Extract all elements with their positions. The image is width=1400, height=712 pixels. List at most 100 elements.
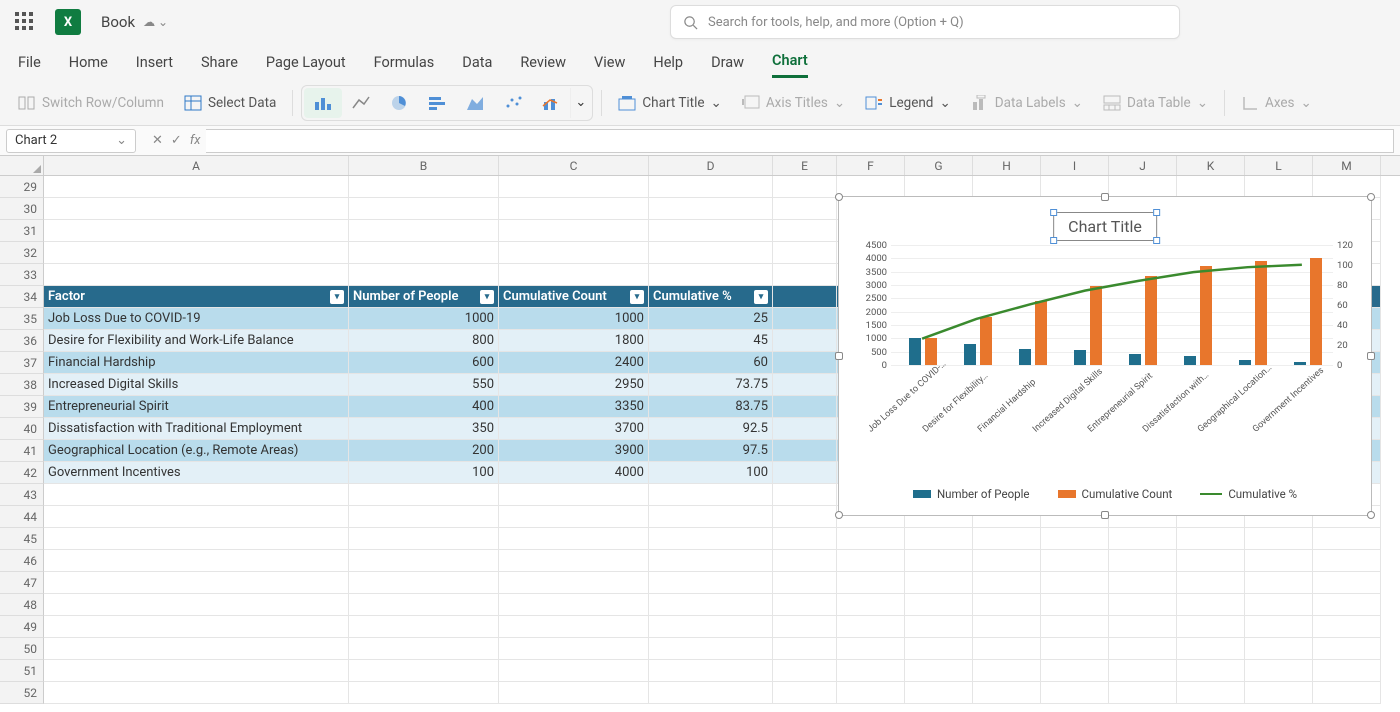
cell-A38[interactable]: Increased Digital Skills [44, 374, 349, 396]
cell-K52[interactable] [1177, 682, 1245, 704]
cell-B37[interactable]: 600 [349, 352, 499, 374]
cell-K29[interactable] [1177, 176, 1245, 198]
cell-C48[interactable] [499, 594, 649, 616]
cell-L50[interactable] [1245, 638, 1313, 660]
row-header[interactable]: 47 [0, 572, 44, 594]
cell-L47[interactable] [1245, 572, 1313, 594]
cell-D35[interactable]: 25 [649, 308, 773, 330]
cell-D30[interactable] [649, 198, 773, 220]
cell-J49[interactable] [1109, 616, 1177, 638]
cell-B49[interactable] [349, 616, 499, 638]
cell-D45[interactable] [649, 528, 773, 550]
cell-G51[interactable] [905, 660, 973, 682]
cell-D41[interactable]: 97.5 [649, 440, 773, 462]
cell-E29[interactable] [773, 176, 837, 198]
cell-M46[interactable] [1313, 550, 1381, 572]
row-header[interactable]: 48 [0, 594, 44, 616]
combo-chart-icon[interactable] [532, 88, 570, 118]
cell-D47[interactable] [649, 572, 773, 594]
cell-H46[interactable] [973, 550, 1041, 572]
cell-E34[interactable] [773, 286, 837, 308]
cell-B50[interactable] [349, 638, 499, 660]
cell-C51[interactable] [499, 660, 649, 682]
cell-C40[interactable]: 3700 [499, 418, 649, 440]
cell-I49[interactable] [1041, 616, 1109, 638]
row-header[interactable]: 38 [0, 374, 44, 396]
embedded-chart[interactable]: Chart Title 4500400035003000250020001500… [838, 196, 1372, 516]
cell-M49[interactable] [1313, 616, 1381, 638]
cell-E52[interactable] [773, 682, 837, 704]
menu-formulas[interactable]: Formulas [374, 48, 435, 77]
cell-H52[interactable] [973, 682, 1041, 704]
cell-C31[interactable] [499, 220, 649, 242]
cell-B36[interactable]: 800 [349, 330, 499, 352]
cell-F48[interactable] [837, 594, 905, 616]
column-header-F[interactable]: F [837, 156, 905, 175]
cell-H49[interactable] [973, 616, 1041, 638]
cell-M51[interactable] [1313, 660, 1381, 682]
cell-C37[interactable]: 2400 [499, 352, 649, 374]
cell-B44[interactable] [349, 506, 499, 528]
row-header[interactable]: 34 [0, 286, 44, 308]
cell-C47[interactable] [499, 572, 649, 594]
legend-button[interactable]: Legend ⌄ [857, 91, 959, 115]
cell-I47[interactable] [1041, 572, 1109, 594]
cell-F50[interactable] [837, 638, 905, 660]
cell-C49[interactable] [499, 616, 649, 638]
column-header-B[interactable]: B [349, 156, 499, 175]
menu-page-layout[interactable]: Page Layout [266, 48, 346, 77]
cell-E40[interactable] [773, 418, 837, 440]
resize-handle[interactable] [1101, 511, 1109, 519]
cell-E42[interactable] [773, 462, 837, 484]
cell-F46[interactable] [837, 550, 905, 572]
cell-B34[interactable]: Number of People▾ [349, 286, 499, 308]
column-header-J[interactable]: J [1109, 156, 1177, 175]
resize-handle[interactable] [1101, 193, 1109, 201]
cell-C35[interactable]: 1000 [499, 308, 649, 330]
row-header[interactable]: 42 [0, 462, 44, 484]
cell-B31[interactable] [349, 220, 499, 242]
cell-K47[interactable] [1177, 572, 1245, 594]
filter-dropdown[interactable]: ▾ [630, 290, 644, 304]
axis-titles-button[interactable]: Axis Titles ⌄ [734, 91, 853, 115]
cell-G50[interactable] [905, 638, 973, 660]
cell-F52[interactable] [837, 682, 905, 704]
menu-help[interactable]: Help [653, 48, 683, 77]
cell-B47[interactable] [349, 572, 499, 594]
cell-E36[interactable] [773, 330, 837, 352]
cell-A46[interactable] [44, 550, 349, 572]
cell-L51[interactable] [1245, 660, 1313, 682]
cell-K48[interactable] [1177, 594, 1245, 616]
cell-D49[interactable] [649, 616, 773, 638]
row-header[interactable]: 43 [0, 484, 44, 506]
cell-A39[interactable]: Entrepreneurial Spirit [44, 396, 349, 418]
app-launcher-icon[interactable] [15, 12, 35, 32]
cell-A34[interactable]: Factor▾ [44, 286, 349, 308]
cell-E39[interactable] [773, 396, 837, 418]
row-header[interactable]: 50 [0, 638, 44, 660]
chart-title[interactable]: Chart Title [1053, 212, 1157, 241]
cell-A40[interactable]: Dissatisfaction with Traditional Employm… [44, 418, 349, 440]
cell-C52[interactable] [499, 682, 649, 704]
column-header-G[interactable]: G [905, 156, 973, 175]
menu-home[interactable]: Home [69, 48, 108, 77]
cell-I45[interactable] [1041, 528, 1109, 550]
cell-M50[interactable] [1313, 638, 1381, 660]
row-header[interactable]: 35 [0, 308, 44, 330]
cell-D50[interactable] [649, 638, 773, 660]
column-header-H[interactable]: H [973, 156, 1041, 175]
menu-data[interactable]: Data [462, 48, 492, 77]
cell-D44[interactable] [649, 506, 773, 528]
resize-handle[interactable] [835, 193, 843, 201]
row-header[interactable]: 29 [0, 176, 44, 198]
cell-C43[interactable] [499, 484, 649, 506]
cell-E45[interactable] [773, 528, 837, 550]
column-header-C[interactable]: C [499, 156, 649, 175]
cell-K46[interactable] [1177, 550, 1245, 572]
document-name[interactable]: Book [101, 13, 135, 31]
cell-L49[interactable] [1245, 616, 1313, 638]
cell-E46[interactable] [773, 550, 837, 572]
cell-E30[interactable] [773, 198, 837, 220]
cell-I52[interactable] [1041, 682, 1109, 704]
cell-C38[interactable]: 2950 [499, 374, 649, 396]
